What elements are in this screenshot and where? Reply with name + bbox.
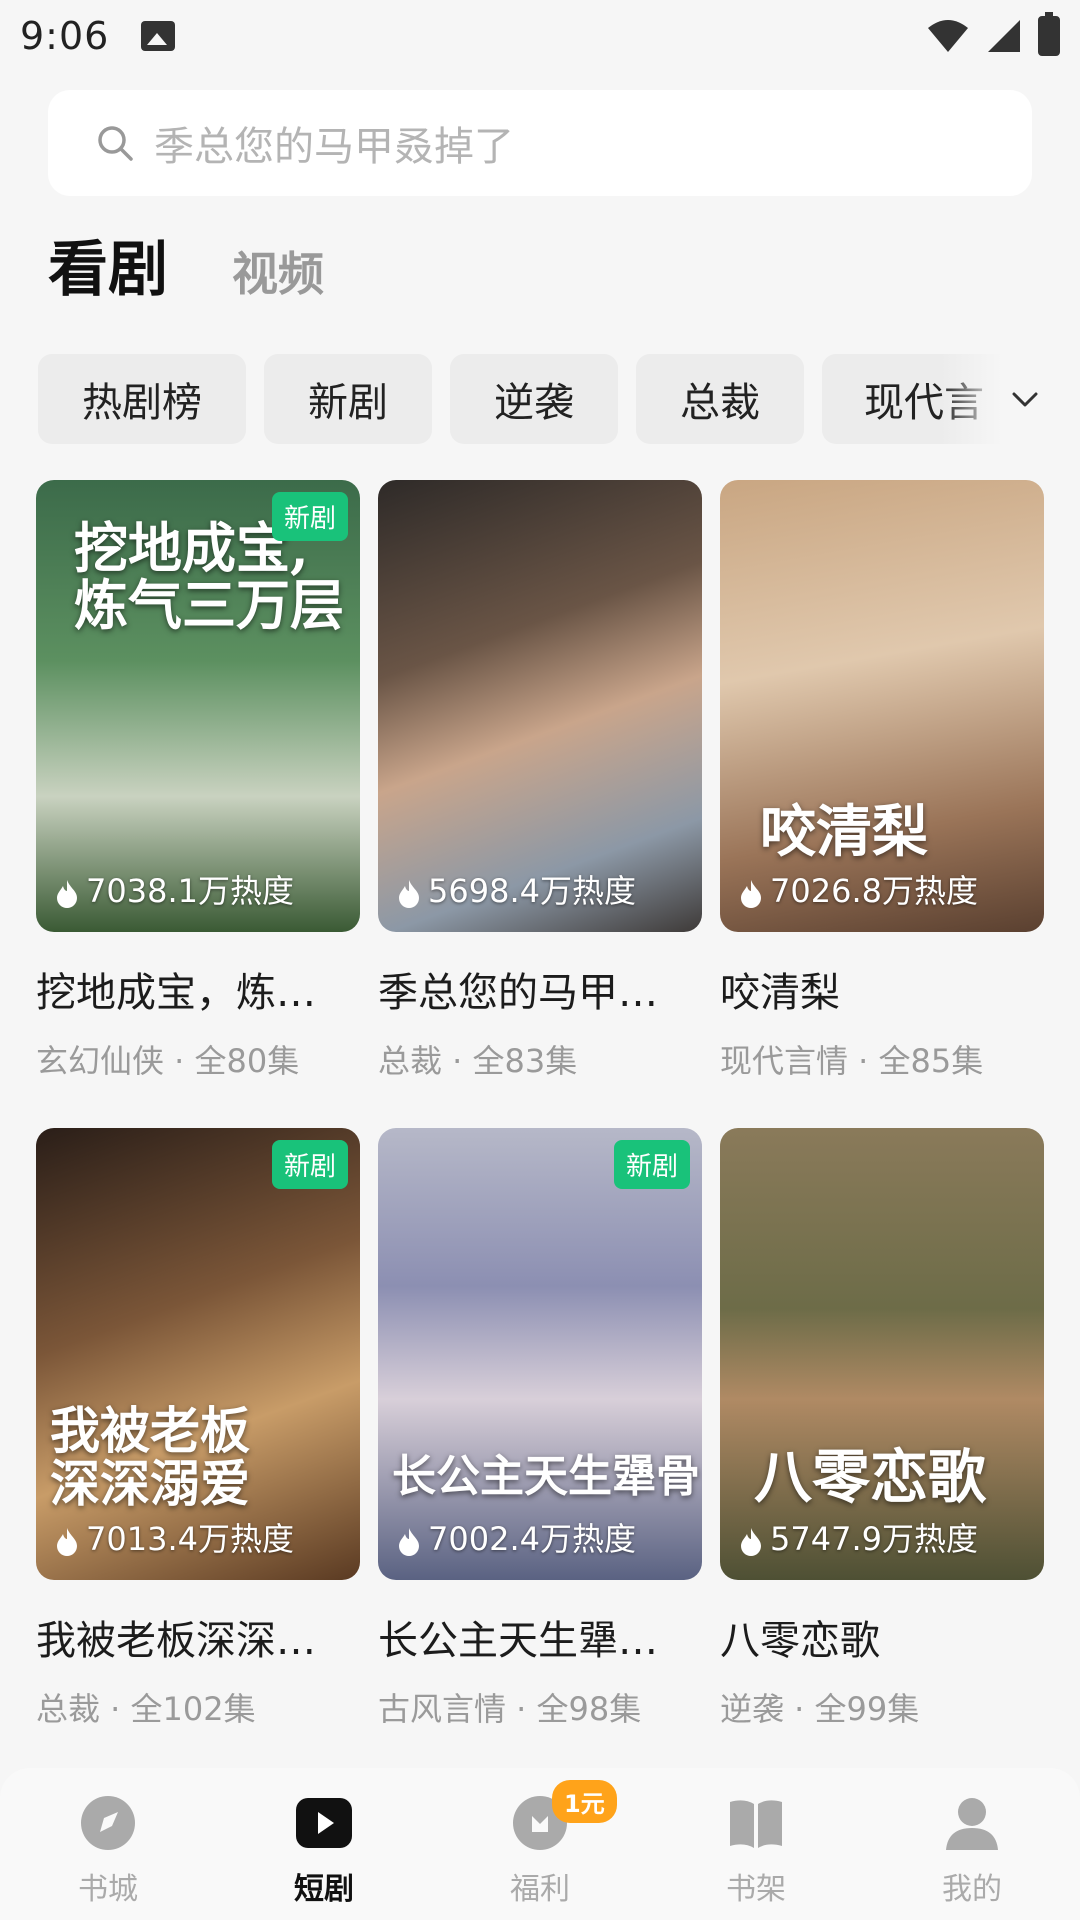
signal-icon — [988, 20, 1020, 52]
poster-title: 我被老板 深深溺爱 — [50, 1401, 250, 1513]
compass-icon — [81, 1796, 135, 1850]
nav-item-rewards[interactable]: 1元 福利 — [432, 1768, 648, 1920]
heat-count: 7002.4万热度 — [428, 1520, 636, 1558]
nav-item-bookshelf[interactable]: 书架 — [648, 1768, 864, 1920]
tab-video[interactable]: 视频 — [232, 238, 324, 304]
nav-item-short-drama[interactable]: 短剧 — [216, 1768, 432, 1920]
poster-title: 长公主天生犟骨 — [392, 1450, 700, 1502]
flame-icon — [741, 880, 761, 908]
flame-icon — [399, 880, 419, 908]
drama-card[interactable]: 咬清梨 7026.8万热度 咬清梨 现代言情 · 全85集 — [720, 480, 1044, 1082]
poster: 我被老板 深深溺爱 新剧 7013.4万热度 — [36, 1128, 360, 1580]
play-icon — [296, 1798, 352, 1848]
drama-meta: 逆袭 · 全99集 — [720, 1690, 920, 1728]
drama-card[interactable]: 八零恋歌 5747.9万热度 八零恋歌 逆袭 · 全99集 — [720, 1128, 1044, 1730]
gallery-icon — [141, 21, 176, 51]
category-chips: 热剧榜 新剧 逆袭 总裁 现代言 — [38, 354, 1080, 444]
search-placeholder: 季总您的马甲叒掉了 — [154, 124, 514, 170]
heat-count: 5698.4万热度 — [428, 872, 636, 910]
drama-card[interactable]: 挖地成宝, 炼气三万层 新剧 7038.1万热度 挖地成宝，炼… 玄幻仙侠 · 全… — [36, 480, 360, 1082]
poster: 长公主天生犟骨 新剧 7002.4万热度 — [378, 1128, 702, 1580]
drama-meta: 总裁 · 全102集 — [36, 1690, 256, 1728]
chip-hot-ranking[interactable]: 热剧榜 — [38, 354, 246, 444]
new-badge: 新剧 — [271, 1140, 348, 1189]
flame-icon — [741, 1528, 761, 1556]
heat-count: 7038.1万热度 — [86, 872, 294, 910]
top-tabs: 看剧 视频 — [48, 228, 324, 308]
user-icon — [946, 1798, 998, 1850]
drama-title: 咬清梨 — [720, 970, 840, 1016]
battery-icon — [1038, 12, 1060, 56]
chip-new[interactable]: 新剧 — [264, 354, 432, 444]
bottom-nav: 书城 短剧 1元 福利 书架 我的 — [0, 1768, 1080, 1920]
book-icon — [730, 1800, 782, 1848]
coin-badge: 1元 — [552, 1780, 617, 1823]
flame-icon — [57, 1528, 77, 1556]
status-bar: 9:06 — [0, 0, 1080, 72]
nav-item-profile[interactable]: 我的 — [864, 1768, 1080, 1920]
heat-count: 5747.9万热度 — [770, 1520, 978, 1558]
chip-ceo[interactable]: 总裁 — [636, 354, 804, 444]
drama-meta: 现代言情 · 全85集 — [720, 1042, 984, 1080]
nav-label: 我的 — [942, 1872, 1002, 1907]
heat-count: 7013.4万热度 — [86, 1520, 294, 1558]
drama-card[interactable]: 我被老板 深深溺爱 新剧 7013.4万热度 我被老板深深… 总裁 · 全102集 — [36, 1128, 360, 1730]
nav-label: 书城 — [78, 1872, 138, 1907]
nav-label: 福利 — [510, 1872, 570, 1907]
drama-title: 八零恋歌 — [720, 1618, 880, 1664]
drama-meta: 总裁 · 全83集 — [378, 1042, 578, 1080]
new-badge: 新剧 — [271, 492, 348, 541]
flame-icon — [399, 1528, 419, 1556]
poster: 挖地成宝, 炼气三万层 新剧 7038.1万热度 — [36, 480, 360, 932]
poster: 咬清梨 7026.8万热度 — [720, 480, 1044, 932]
drama-meta: 古风言情 · 全98集 — [378, 1690, 642, 1728]
chips-expand[interactable] — [940, 354, 1080, 444]
new-badge: 新剧 — [613, 1140, 690, 1189]
wifi-icon — [928, 20, 968, 52]
flame-icon — [57, 880, 77, 908]
search-icon — [98, 126, 133, 161]
nav-label: 书架 — [726, 1872, 786, 1907]
drama-title: 季总您的马甲… — [378, 970, 658, 1016]
tab-watch-drama[interactable]: 看剧 — [48, 221, 168, 308]
drama-card[interactable]: 5698.4万热度 季总您的马甲… 总裁 · 全83集 — [378, 480, 702, 1082]
drama-meta: 玄幻仙侠 · 全80集 — [36, 1042, 300, 1080]
nav-item-bookstore[interactable]: 书城 — [0, 1768, 216, 1920]
drama-title: 我被老板深深… — [36, 1618, 316, 1664]
status-time: 9:06 — [20, 14, 110, 58]
poster: 八零恋歌 5747.9万热度 — [720, 1128, 1044, 1580]
poster-title: 八零恋歌 — [754, 1443, 987, 1512]
chevron-down-icon — [1012, 392, 1038, 407]
status-icons — [926, 12, 1060, 56]
heat-count: 7026.8万热度 — [770, 872, 978, 910]
chip-comeback[interactable]: 逆袭 — [450, 354, 618, 444]
drama-title: 长公主天生犟… — [378, 1618, 658, 1664]
drama-title: 挖地成宝，炼… — [36, 970, 316, 1016]
nav-label: 短剧 — [294, 1872, 354, 1907]
poster-title: 咬清梨 — [760, 799, 928, 866]
poster: 5698.4万热度 — [378, 480, 702, 932]
drama-card[interactable]: 长公主天生犟骨 新剧 7002.4万热度 长公主天生犟… 古风言情 · 全98集 — [378, 1128, 702, 1730]
search-bar[interactable]: 季总您的马甲叒掉了 — [48, 90, 1032, 196]
